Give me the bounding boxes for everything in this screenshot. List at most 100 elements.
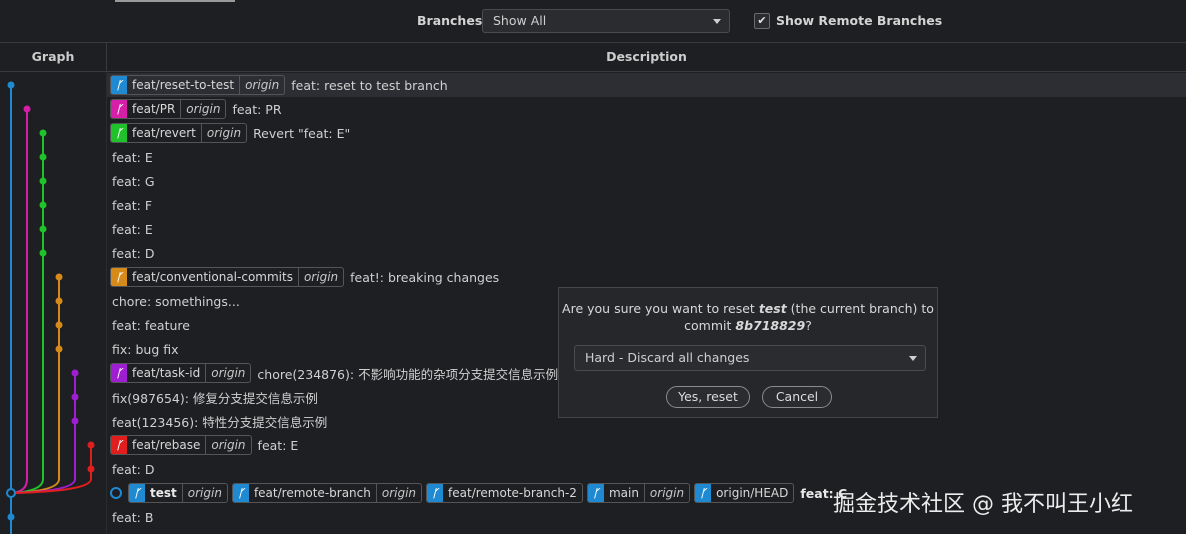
commit-message: fix: bug fix bbox=[112, 341, 179, 357]
commit-message: feat: PR bbox=[232, 101, 282, 117]
branch-name: feat/remote-branch-2 bbox=[448, 486, 577, 500]
table-row[interactable]: feat: G bbox=[107, 169, 1186, 193]
row-content: chore: somethings... bbox=[107, 294, 240, 309]
branch-name: feat/reset-to-test bbox=[127, 76, 241, 94]
branch-badge[interactable]: ᚴ feat/rebase origin bbox=[110, 435, 252, 455]
commit-message: feat: reset to test branch bbox=[291, 77, 448, 93]
branch-badge[interactable]: ᚴ feat/task-id origin bbox=[110, 363, 252, 383]
table-row[interactable]: feat: F bbox=[107, 193, 1186, 217]
branch-name: feat/remote-branch bbox=[249, 484, 377, 502]
commit-node bbox=[39, 153, 47, 161]
branch-badge[interactable]: ᚴ feat/remote-branch origin bbox=[231, 483, 423, 503]
commit-message: feat: E bbox=[257, 437, 299, 453]
table-row[interactable]: feat: D bbox=[107, 241, 1186, 265]
reset-mode-value: Hard - Discard all changes bbox=[585, 350, 750, 365]
reset-mode-select[interactable]: Hard - Discard all changes bbox=[574, 345, 926, 371]
commit-message: fix(987654): 修复分支提交信息示例 bbox=[112, 390, 318, 406]
table-row[interactable]: ᚴ feat/rebase origin feat: E bbox=[107, 433, 1186, 457]
remote-origin-label: origin bbox=[303, 270, 339, 284]
commit-node bbox=[71, 369, 79, 377]
branch-name: feat/PR bbox=[127, 100, 182, 118]
table-row[interactable]: ᚴ feat/revert origin Revert "feat: E" bbox=[107, 121, 1186, 145]
branch-icon: ᚴ bbox=[111, 436, 127, 454]
row-content: ᚴ test origin ᚴ feat/remote-branch origin ᚴ fea… bbox=[107, 483, 847, 503]
show-remote-label[interactable]: Show Remote Branches bbox=[776, 13, 942, 28]
branch-badge[interactable]: ᚴ test origin bbox=[128, 483, 228, 503]
branch-name: test bbox=[145, 484, 183, 502]
branch-name: feat/revert bbox=[127, 124, 202, 142]
branch-badge[interactable]: ᚴ feat/PR origin bbox=[110, 99, 227, 119]
branch-badge[interactable]: ᚴ feat/revert origin bbox=[110, 123, 248, 143]
commit-message: feat: E bbox=[112, 149, 153, 165]
branch-badge[interactable]: ᚴ main origin bbox=[586, 483, 691, 503]
commit-node bbox=[7, 81, 15, 89]
commit-node bbox=[87, 465, 95, 473]
row-content: ᚴ feat/task-id origin chore(234876): 不影响功能的… bbox=[107, 363, 571, 383]
branches-select-value: Show All bbox=[493, 13, 547, 28]
branches-select[interactable]: Show All bbox=[482, 9, 730, 33]
cancel-button[interactable]: Cancel bbox=[762, 386, 832, 408]
table-row[interactable]: ᚴ feat/reset-to-test origin feat: reset to … bbox=[107, 73, 1186, 97]
commit-node bbox=[55, 345, 63, 353]
table-row[interactable]: ᚴ feat/conventional-commits origin feat!: b… bbox=[107, 265, 1186, 289]
description-column-header[interactable]: Description bbox=[107, 43, 1186, 71]
remote-origin-label: origin bbox=[206, 126, 242, 140]
graph-column-header[interactable]: Graph bbox=[0, 43, 107, 71]
dialog-text-part: (the current branch) to bbox=[786, 301, 934, 316]
branch-name: feat/rebase bbox=[127, 436, 207, 454]
row-content: feat: E bbox=[107, 150, 153, 165]
dialog-message: Are you sure you want to reset test (the… bbox=[559, 300, 937, 334]
row-content: feat: B bbox=[107, 510, 153, 525]
confirm-reset-button[interactable]: Yes, reset bbox=[666, 386, 750, 408]
commit-message: feat: B bbox=[112, 509, 154, 525]
commit-node bbox=[87, 441, 95, 449]
branch-icon: ᚴ bbox=[111, 364, 127, 382]
table-row[interactable]: feat: E bbox=[107, 145, 1186, 169]
branch-icon: ᚴ bbox=[111, 124, 127, 142]
table-row[interactable]: feat: E bbox=[107, 217, 1186, 241]
commit-node bbox=[71, 417, 79, 425]
table-row[interactable]: ᚴ feat/PR origin feat: PR bbox=[107, 97, 1186, 121]
branch-name: main bbox=[604, 484, 645, 502]
active-tab-indicator bbox=[115, 0, 235, 2]
commit-graph bbox=[6, 81, 95, 534]
commit-node bbox=[39, 201, 47, 209]
branch-icon: ᚴ bbox=[695, 484, 712, 502]
table-row[interactable]: feat: D bbox=[107, 457, 1186, 481]
branches-label: Branches: bbox=[417, 13, 488, 28]
branch-badge[interactable]: ᚴ feat/conventional-commits origin bbox=[110, 267, 345, 287]
remote-origin-label: origin bbox=[245, 78, 280, 92]
dialog-branch-name: test bbox=[758, 301, 787, 316]
row-content: feat: D bbox=[107, 246, 154, 261]
commit-message: chore(234876): 不影响功能的杂项分支提交信息示例， bbox=[257, 366, 571, 382]
row-content: feat(123456): 特性分支提交信息示例 bbox=[107, 412, 327, 431]
branch-icon: ᚴ bbox=[427, 484, 444, 502]
commit-message: feat!: breaking changes bbox=[350, 269, 500, 285]
show-remote-checkbox[interactable]: ✔ bbox=[754, 13, 770, 29]
remote-origin-label: origin bbox=[381, 486, 417, 500]
row-content: feat: F bbox=[107, 198, 152, 213]
remote-origin-label: origin bbox=[186, 102, 221, 116]
commit-node bbox=[55, 273, 63, 281]
remote-origin-label: origin bbox=[211, 366, 246, 380]
row-content: ᚴ feat/rebase origin feat: E bbox=[107, 435, 298, 455]
commit-node bbox=[39, 249, 47, 257]
branch-name: feat/conventional-commits bbox=[127, 268, 299, 286]
branch-badge[interactable]: ᚴ origin/HEAD bbox=[694, 483, 795, 503]
row-content: feat: E bbox=[107, 222, 153, 237]
row-content: fix: bug fix bbox=[107, 342, 179, 357]
remote-origin-label: origin bbox=[649, 486, 685, 500]
remote-origin-label: origin bbox=[187, 486, 222, 500]
branch-icon: ᚴ bbox=[111, 100, 127, 118]
branch-name: origin/HEAD bbox=[716, 486, 789, 500]
chevron-down-icon bbox=[713, 19, 721, 24]
remote-origin-label: origin bbox=[211, 438, 246, 452]
branch-badge[interactable]: ᚴ feat/remote-branch-2 bbox=[426, 483, 583, 503]
toolbar: Branches: Show All ✔ Show Remote Branche… bbox=[0, 0, 1186, 43]
table-header: Graph Description bbox=[0, 43, 1186, 72]
commit-message: chore: somethings... bbox=[112, 293, 240, 309]
commit-node bbox=[23, 105, 31, 113]
branch-badge[interactable]: ᚴ feat/reset-to-test origin bbox=[110, 75, 286, 95]
commit-node bbox=[55, 297, 63, 305]
row-content: ᚴ feat/PR origin feat: PR bbox=[107, 99, 282, 119]
